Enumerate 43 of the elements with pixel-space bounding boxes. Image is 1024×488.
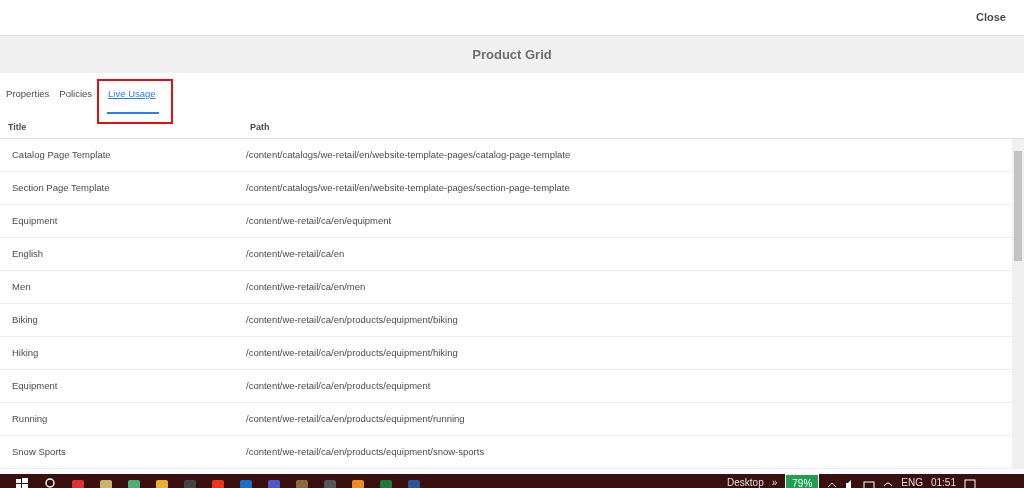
search-icon[interactable] (44, 477, 56, 488)
clock[interactable]: 01:51 (930, 474, 956, 488)
app-icon[interactable] (212, 477, 224, 488)
language-label[interactable]: ENG (901, 474, 923, 488)
table-cell-text: /content/we-retail/ca/en/products/equipment/snow-sports (246, 444, 485, 459)
tab[interactable]: Properties (5, 81, 53, 115)
table-cell-text: /content/we-retail/ca/en/products/equipment/biking (246, 312, 458, 327)
table-cell-text: Catalog Page Template (11, 147, 112, 162)
table-cell-text: Hiking (11, 345, 40, 360)
app-icon[interactable] (72, 477, 84, 488)
table-cell-text: /content/we-retail/ca/en/men (246, 279, 366, 294)
table-cell-text: English (11, 246, 45, 261)
table-cell-text: /content/we-retail/ca/en/products/equipment/running (246, 411, 465, 426)
app-icon[interactable] (128, 477, 140, 488)
chevron-button[interactable]: » (771, 474, 778, 488)
tab[interactable]: Live Usage (107, 81, 159, 115)
scrollbar-thumb[interactable] (1014, 151, 1022, 261)
table-cell-text: Running (11, 411, 49, 426)
column-header: Path (250, 121, 270, 135)
battery-indicator: 79% (785, 474, 820, 488)
table-cell-text: Snow Sports (11, 444, 67, 459)
close-button[interactable]: Close (976, 9, 1024, 26)
table-cell-text: Equipment (11, 213, 59, 228)
table-cell-text: /content/we-retail/ca/en/equipment (246, 213, 392, 228)
table-cell-text: Biking (11, 312, 39, 327)
scrollbar[interactable] (1012, 139, 1024, 469)
app-icon[interactable] (156, 477, 168, 488)
table-cell-text: Equipment (11, 378, 59, 393)
dialog-title: Product Grid (472, 45, 552, 64)
app-icon[interactable] (100, 477, 112, 488)
table-cell-text: /content/we-retail/ca/en/products/equipment (246, 378, 431, 393)
table-cell-text: Men (11, 279, 32, 294)
desktop-label[interactable]: Desktop (727, 474, 764, 488)
tab[interactable]: Policies (58, 81, 96, 115)
notification-icon[interactable] (964, 477, 976, 488)
table-cell-text: /content/we-retail/ca/en/products/equipment/hiking (246, 345, 458, 360)
table-cell-text: /content/catalogs/we-retail/en/website-template-pages/catalog-page-template (246, 147, 571, 162)
app-icon[interactable] (352, 477, 364, 488)
table-cell-text: /content/we-retail/ca/en (246, 246, 345, 261)
windows-icon[interactable] (16, 477, 28, 488)
table-cell-text: /content/catalogs/we-retail/en/website-template-pages/section-page-template (246, 180, 570, 195)
column-header: Title (7, 121, 28, 135)
table-cell-text: Section Page Template (11, 180, 111, 195)
